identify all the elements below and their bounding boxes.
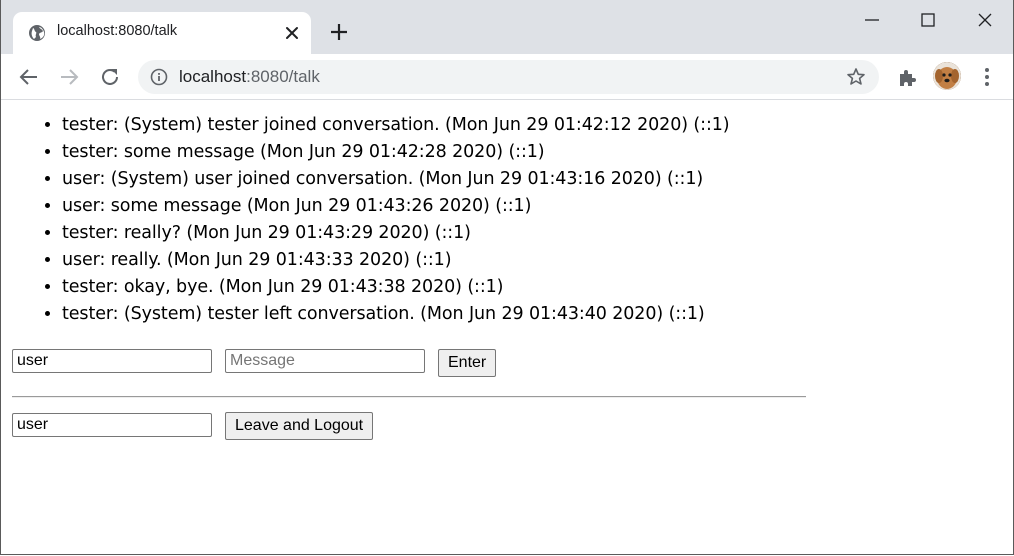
globe-icon xyxy=(29,25,45,41)
tab-title: localhost:8080/talk xyxy=(57,23,178,39)
leave-logout-button[interactable]: Leave and Logout xyxy=(225,412,374,440)
avatar[interactable] xyxy=(933,62,961,90)
url-text: localhost:8080/talk xyxy=(179,67,320,87)
tab-strip: localhost:8080/talk xyxy=(1,0,1013,54)
close-icon[interactable] xyxy=(283,24,301,42)
plus-icon[interactable] xyxy=(328,21,350,43)
extensions-icon[interactable] xyxy=(896,66,918,88)
menu-icon[interactable] xyxy=(977,66,997,88)
list-item: tester: okay, bye. (Mon Jun 29 01:43:38 … xyxy=(62,274,730,301)
browser-window: localhost:8080/talk localhost:8080/talk … xyxy=(0,0,1014,555)
enter-button[interactable]: Enter xyxy=(438,349,497,377)
window-close-icon[interactable] xyxy=(973,8,997,32)
list-item: user: really. (Mon Jun 29 01:43:33 2020)… xyxy=(62,247,730,274)
forward-icon[interactable] xyxy=(57,65,81,89)
avatar-dog-face xyxy=(933,62,961,90)
logout-name-input[interactable] xyxy=(12,413,212,437)
list-item: tester: (System) tester joined conversat… xyxy=(62,112,730,139)
url-host: localhost xyxy=(179,67,247,86)
page-content: tester: (System) tester joined conversat… xyxy=(1,100,1013,554)
tab-talk[interactable]: localhost:8080/talk xyxy=(13,12,311,54)
message-list: tester: (System) tester joined conversat… xyxy=(1,112,730,328)
list-item: tester: some message (Mon Jun 29 01:42:2… xyxy=(62,139,730,166)
info-icon[interactable] xyxy=(150,68,168,86)
reload-icon[interactable] xyxy=(98,65,122,89)
address-bar[interactable]: localhost:8080/talk xyxy=(138,60,879,94)
list-item: tester: really? (Mon Jun 29 01:43:29 202… xyxy=(62,220,730,247)
message-input[interactable] xyxy=(225,349,425,373)
toolbar: localhost:8080/talk xyxy=(1,54,1013,100)
minimize-icon[interactable] xyxy=(860,8,884,32)
list-item: user: (System) user joined conversation.… xyxy=(62,166,730,193)
name-input[interactable] xyxy=(12,349,212,373)
star-icon[interactable] xyxy=(846,67,866,87)
back-icon[interactable] xyxy=(17,65,41,89)
list-item: user: some message (Mon Jun 29 01:43:26 … xyxy=(62,193,730,220)
list-item: tester: (System) tester left conversatio… xyxy=(62,301,730,328)
divider xyxy=(12,396,806,398)
maximize-icon[interactable] xyxy=(916,8,940,32)
url-path: :8080/talk xyxy=(246,67,320,86)
